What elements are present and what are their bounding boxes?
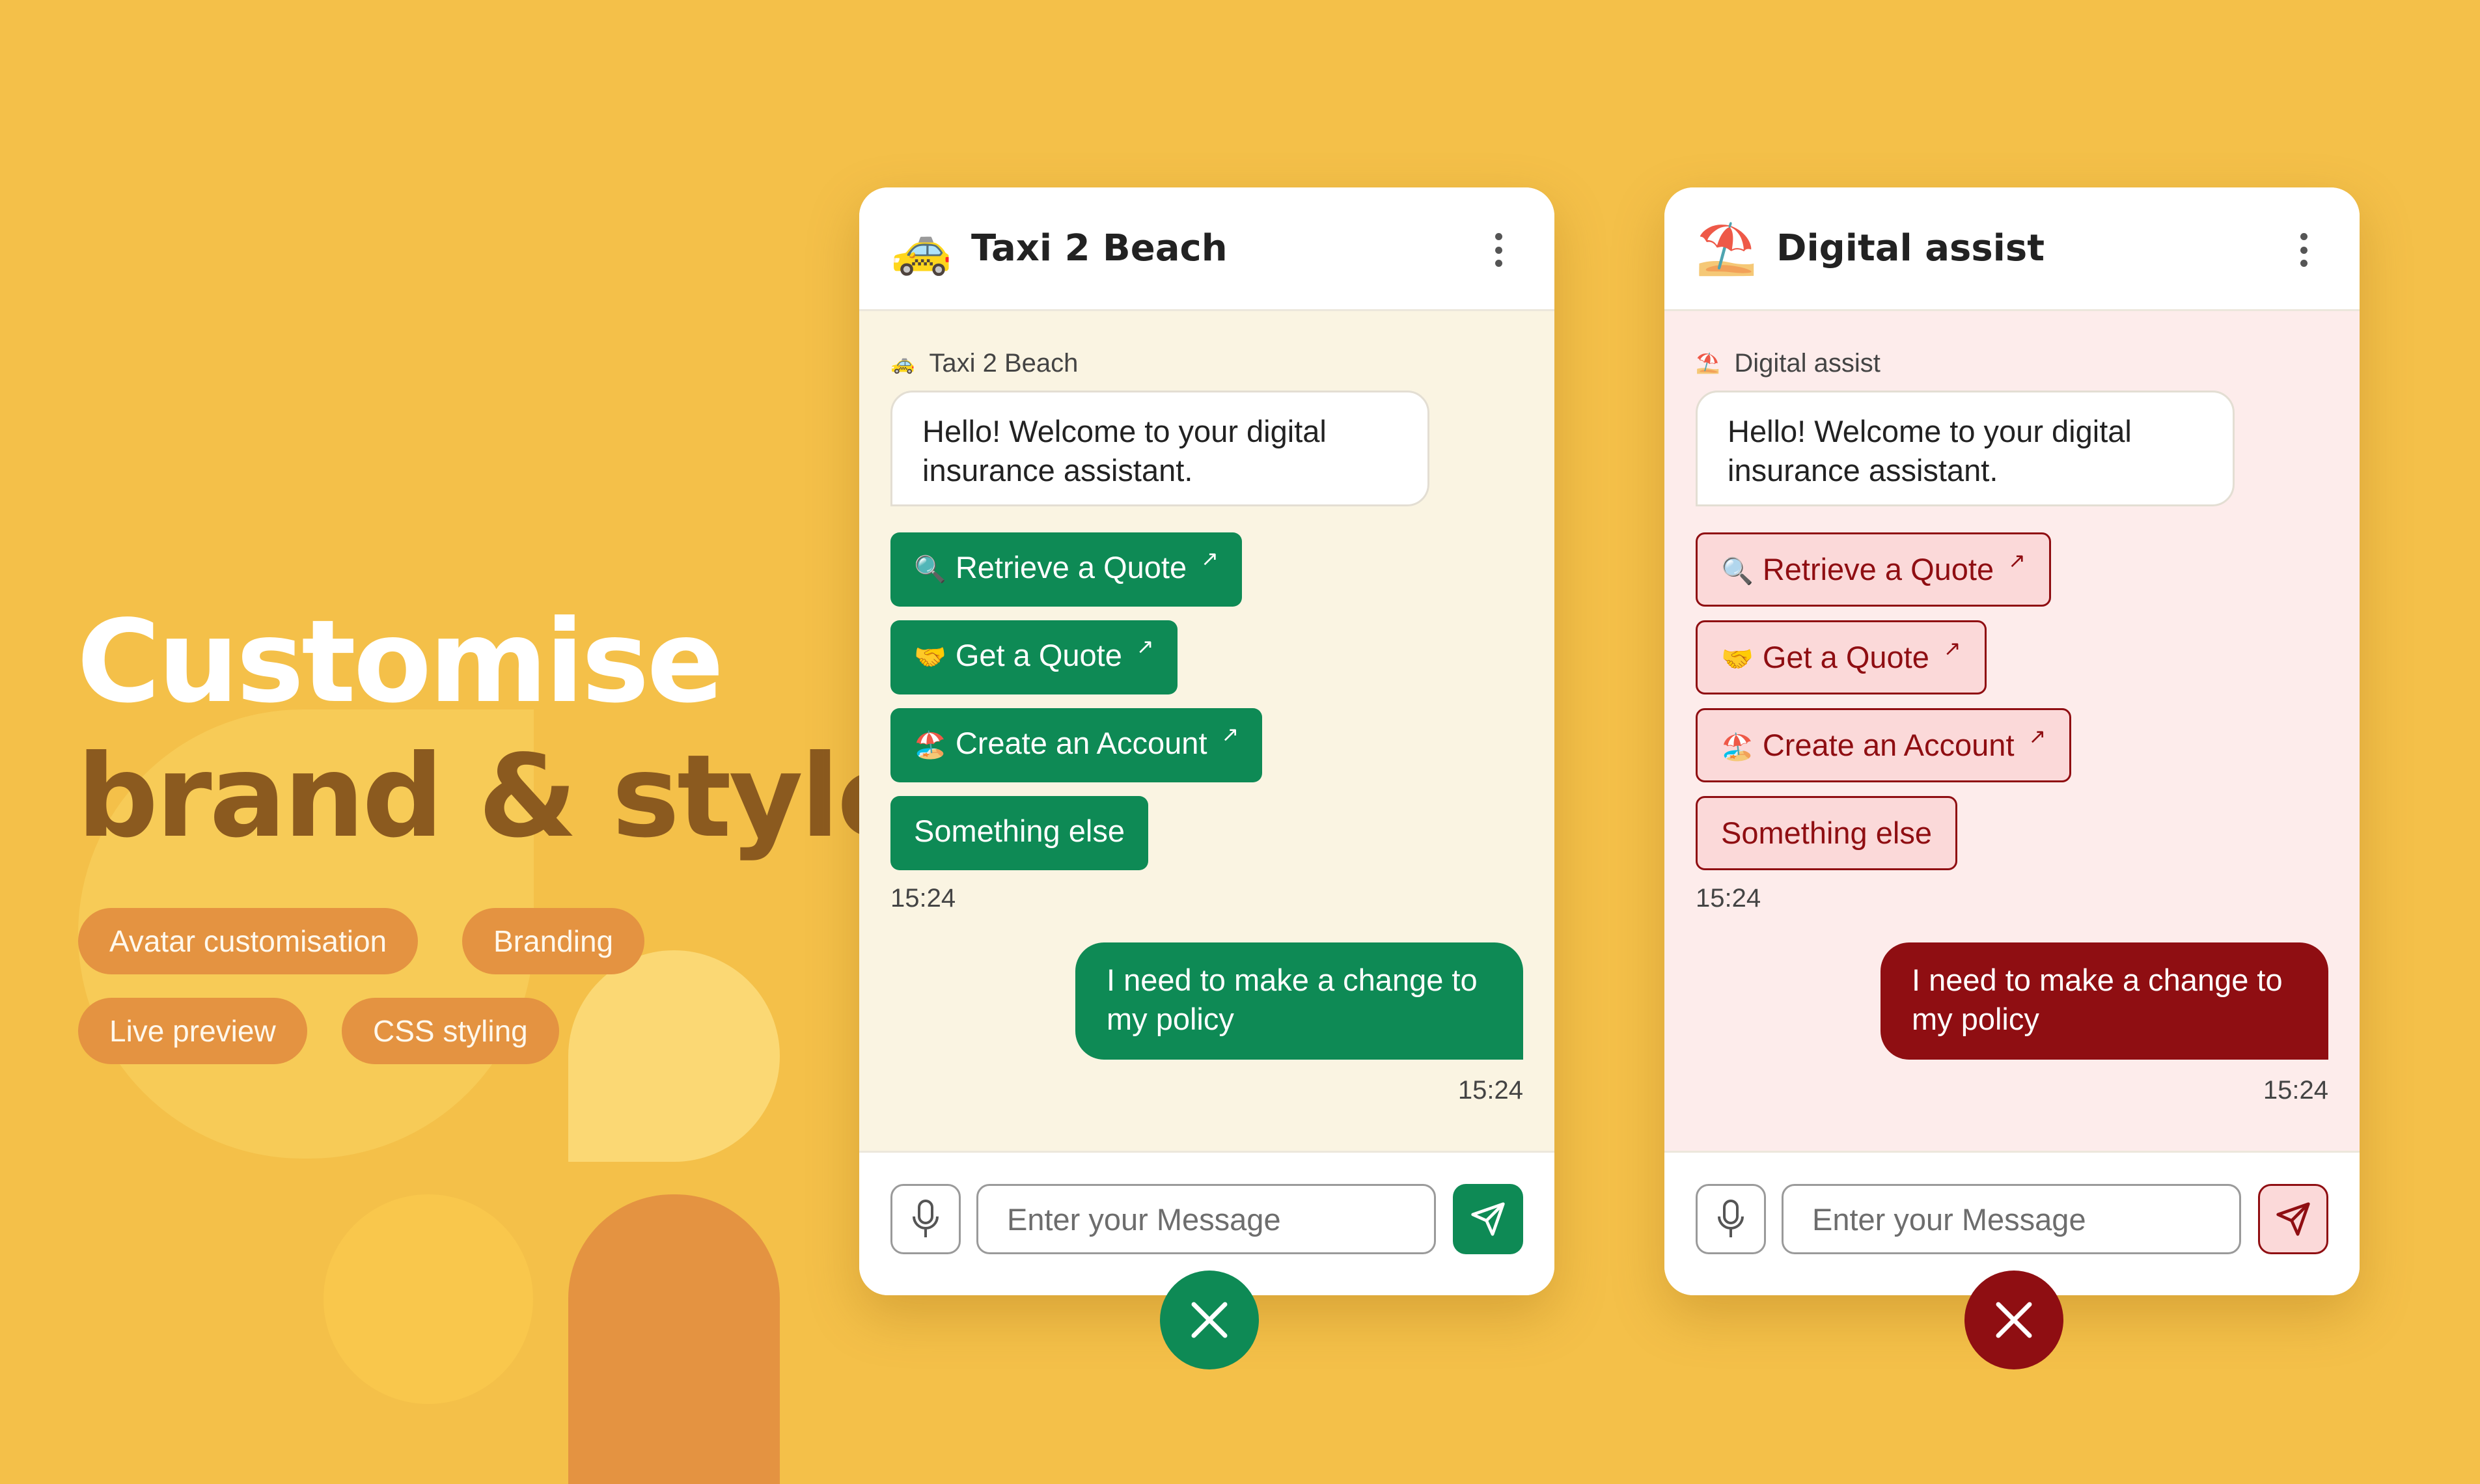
magnifier-icon: 🔍 — [914, 555, 946, 584]
bot-timestamp: 15:24 — [1696, 884, 1761, 913]
user-message: I need to make a change to my policy — [1075, 942, 1523, 1060]
decorative-shape-pill — [568, 1194, 780, 1484]
quick-reply-label: Retrieve a Quote — [955, 550, 1187, 584]
user-timestamp: 15:24 — [1457, 1076, 1523, 1105]
bot-message: Hello! Welcome to your digital insurance… — [1696, 391, 2235, 506]
bot-timestamp: 15:24 — [890, 884, 956, 913]
quick-reply-something-else[interactable]: Something else — [1696, 796, 1957, 870]
close-icon — [1996, 1302, 2032, 1338]
quick-reply-get-quote[interactable]: 🤝 Get a Quote ↗ — [890, 620, 1178, 694]
quick-reply-something-else[interactable]: Something else — [890, 796, 1148, 870]
message-input[interactable] — [976, 1184, 1436, 1254]
tag-avatar-customisation: Avatar customisation — [78, 908, 419, 974]
external-link-icon: ↗ — [2028, 724, 2046, 748]
chat-title: Digital assist — [1776, 227, 2045, 269]
message-input[interactable] — [1782, 1184, 2241, 1254]
external-link-icon: ↗ — [1136, 635, 1154, 658]
headline-line-1: Customise — [77, 596, 724, 728]
decorative-shape-circle — [324, 1194, 533, 1404]
bot-message: Hello! Welcome to your digital insurance… — [890, 391, 1429, 506]
user-timestamp: 15:24 — [2263, 1076, 2328, 1105]
tag-css-styling: CSS styling — [342, 998, 559, 1064]
send-button[interactable] — [2258, 1184, 2328, 1254]
quick-reply-create-account[interactable]: 🏖️ Create an Account ↗ — [890, 708, 1263, 782]
quick-reply-retrieve-quote[interactable]: 🔍 Retrieve a Quote ↗ — [1696, 532, 2051, 607]
quick-reply-label: Get a Quote — [1762, 640, 1929, 674]
external-link-icon: ↗ — [2008, 549, 2026, 572]
chat-header: ⛱️ Digital assist — [1664, 187, 2360, 311]
quick-reply-label: Get a Quote — [955, 638, 1122, 672]
beach-icon: 🏖️ — [914, 731, 946, 760]
quick-reply-label: Create an Account — [955, 726, 1207, 760]
chat-widget-red: ⛱️ Digital assist ⛱️ Digital assist Hell… — [1664, 187, 2360, 1295]
sender-name: Taxi 2 Beach — [929, 349, 1079, 378]
quick-reply-retrieve-quote[interactable]: 🔍 Retrieve a Quote ↗ — [890, 532, 1242, 607]
magnifier-icon: 🔍 — [1721, 557, 1754, 586]
more-options-icon[interactable] — [1495, 233, 1502, 267]
quick-reply-label: Something else — [914, 814, 1125, 848]
beach-umbrella-icon: ⛱️ — [1696, 353, 1720, 374]
external-link-icon: ↗ — [1221, 722, 1239, 746]
tag-live-preview: Live preview — [78, 998, 307, 1064]
microphone-icon — [1718, 1200, 1744, 1237]
taxi-icon: 🚕 — [890, 221, 952, 277]
quick-reply-get-quote[interactable]: 🤝 Get a Quote ↗ — [1696, 620, 1987, 694]
decorative-shape-drop — [568, 950, 780, 1162]
microphone-button[interactable] — [890, 1184, 961, 1254]
send-button[interactable] — [1453, 1184, 1523, 1254]
microphone-icon — [913, 1200, 939, 1237]
tag-branding: Branding — [462, 908, 645, 974]
quick-reply-label: Retrieve a Quote — [1762, 552, 1994, 586]
send-icon — [1471, 1202, 1505, 1236]
quick-reply-label: Create an Account — [1762, 728, 2015, 762]
chat-body: ⛱️ Digital assist Hello! Welcome to your… — [1664, 311, 2360, 1151]
sender-label: ⛱️ Digital assist — [1696, 349, 1881, 378]
external-link-icon: ↗ — [1201, 547, 1219, 570]
taxi-icon: 🚕 — [890, 353, 915, 374]
close-chat-button[interactable] — [1160, 1271, 1259, 1369]
headline: Customise brand & style — [77, 596, 915, 863]
chat-header: 🚕 Taxi 2 Beach — [859, 187, 1554, 311]
handshake-icon: 🤝 — [914, 643, 946, 672]
beach-icon: 🏖️ — [1721, 733, 1754, 762]
handshake-icon: 🤝 — [1721, 645, 1754, 674]
send-icon — [2276, 1202, 2310, 1236]
chat-widget-green: 🚕 Taxi 2 Beach 🚕 Taxi 2 Beach Hello! Wel… — [859, 187, 1554, 1295]
more-options-icon[interactable] — [2300, 233, 2308, 267]
quick-reply-create-account[interactable]: 🏖️ Create an Account ↗ — [1696, 708, 2072, 782]
quick-reply-label: Something else — [1721, 816, 1932, 850]
beach-umbrella-icon: ⛱️ — [1696, 221, 1757, 277]
external-link-icon: ↗ — [1943, 637, 1961, 660]
user-message: I need to make a change to my policy — [1881, 942, 2328, 1060]
chat-body: 🚕 Taxi 2 Beach Hello! Welcome to your di… — [859, 311, 1554, 1151]
close-chat-button[interactable] — [1964, 1271, 2063, 1369]
chat-title: Taxi 2 Beach — [971, 227, 1228, 269]
headline-line-2: brand & style — [77, 731, 915, 863]
sender-name: Digital assist — [1734, 349, 1881, 378]
sender-label: 🚕 Taxi 2 Beach — [890, 349, 1078, 378]
microphone-button[interactable] — [1696, 1184, 1766, 1254]
close-icon — [1191, 1302, 1228, 1338]
